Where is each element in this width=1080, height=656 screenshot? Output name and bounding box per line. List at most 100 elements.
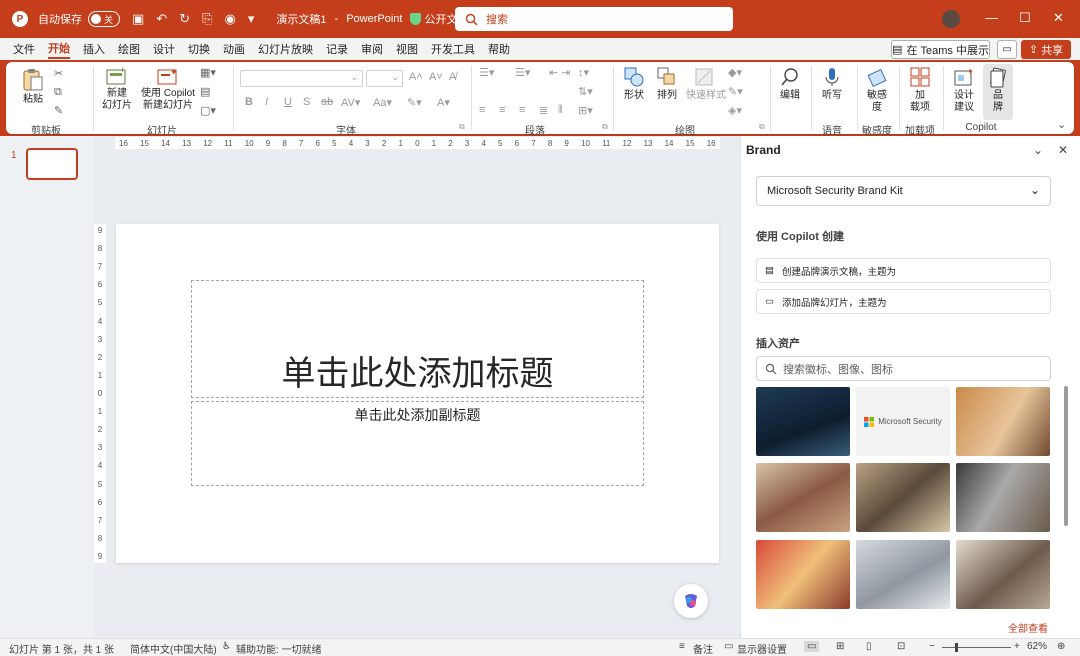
- justify-icon[interactable]: ≣: [539, 104, 548, 117]
- addins-button[interactable]: 加 载项: [907, 66, 933, 114]
- normal-view-icon[interactable]: ▭: [804, 641, 820, 652]
- search-box[interactable]: 搜索: [455, 7, 733, 31]
- cut-icon[interactable]: ✂: [54, 67, 63, 80]
- underline-icon[interactable]: U: [284, 96, 292, 108]
- align-center-icon[interactable]: ≡: [499, 104, 505, 116]
- tab-8[interactable]: 记录: [326, 41, 348, 57]
- align-right-icon[interactable]: ≡: [519, 104, 525, 116]
- fit-to-window-icon[interactable]: ⊕: [1057, 641, 1065, 652]
- undo-icon[interactable]: ↶: [156, 11, 167, 27]
- close-icon[interactable]: ✕: [1053, 10, 1064, 26]
- zoom-in-icon[interactable]: +: [1014, 641, 1020, 652]
- zoom-level[interactable]: 62%: [1027, 641, 1047, 652]
- subtitle-placeholder[interactable]: 单击此处添加副标题: [191, 401, 644, 486]
- font-color-icon[interactable]: A▾: [437, 96, 450, 109]
- zoom-slider[interactable]: [942, 647, 1011, 648]
- tab-10[interactable]: 视图: [396, 41, 418, 57]
- new-slide-button[interactable]: + 新建 幻灯片: [99, 66, 135, 112]
- display-settings-button[interactable]: 显示器设置: [737, 641, 787, 656]
- strikethrough-icon[interactable]: ab: [321, 96, 333, 108]
- reading-view-icon[interactable]: ▯: [866, 641, 872, 652]
- bold-icon[interactable]: B: [245, 96, 253, 108]
- maximize-icon[interactable]: ☐: [1019, 10, 1031, 26]
- assets-search-input[interactable]: 搜索徽标、图像、图标: [756, 356, 1051, 381]
- tab-6[interactable]: 动画: [223, 41, 245, 57]
- present-in-teams-button[interactable]: ▤ 在 Teams 中展示: [891, 40, 990, 59]
- text-direction-icon[interactable]: ⇅▾: [578, 85, 593, 98]
- slideshow-icon[interactable]: ⊡: [897, 641, 905, 652]
- asset-image-woman-reading[interactable]: [956, 387, 1050, 456]
- tab-11[interactable]: 开发工具: [431, 41, 475, 57]
- paragraph-dialog-launcher-icon[interactable]: ⧉: [602, 122, 608, 132]
- shapes-button[interactable]: 形状: [620, 66, 648, 102]
- pane-scrollbar[interactable]: [1064, 386, 1068, 526]
- designer-button[interactable]: ✦ 设计 建议: [951, 66, 977, 114]
- shape-fill-icon[interactable]: ◆▾: [728, 66, 742, 79]
- format-painter-brush-icon[interactable]: ✎: [54, 104, 63, 117]
- accessibility-status[interactable]: 辅助功能: 一切就绪: [236, 641, 322, 656]
- reset-icon[interactable]: ▤: [200, 85, 210, 98]
- highlight-icon[interactable]: ✎▾: [407, 96, 422, 109]
- font-size-combo[interactable]: ⌄: [366, 70, 403, 87]
- pane-close-icon[interactable]: ✕: [1058, 143, 1068, 157]
- pane-options-chevron-icon[interactable]: ⌄: [1033, 143, 1043, 157]
- dictate-button[interactable]: 听写: [818, 66, 846, 102]
- asset-image-control-room[interactable]: [756, 387, 850, 456]
- tab-1[interactable]: 开始: [48, 40, 70, 59]
- save-icon[interactable]: ▣: [132, 11, 144, 27]
- zoom-out-icon[interactable]: −: [929, 641, 935, 652]
- quick-styles-button[interactable]: 快速样式: [686, 66, 726, 102]
- sensitivity-button[interactable]: 敏感 度: [864, 66, 890, 114]
- char-spacing-icon[interactable]: AV▾: [341, 96, 360, 109]
- tab-0[interactable]: 文件: [13, 41, 35, 57]
- palette-icon[interactable]: ◉: [225, 11, 236, 27]
- edit-button[interactable]: 编辑: [776, 66, 804, 102]
- arrange-button[interactable]: 排列: [653, 66, 681, 102]
- create-brand-deck-button[interactable]: ▤ 创建品牌演示文稿，主题为: [756, 258, 1051, 283]
- shape-effects-icon[interactable]: ◈▾: [728, 104, 742, 117]
- autosave-toggle[interactable]: 关: [88, 11, 120, 27]
- avatar[interactable]: [942, 10, 960, 28]
- see-all-link[interactable]: 全部查看: [1008, 620, 1048, 635]
- tab-7[interactable]: 幻灯片放映: [258, 41, 313, 57]
- asset-image-presentation[interactable]: [956, 540, 1050, 609]
- numbering-icon[interactable]: ☰▾: [515, 66, 530, 79]
- smartart-icon[interactable]: ⊞▾: [578, 104, 593, 117]
- asset-image-woman-laptop[interactable]: [856, 540, 950, 609]
- brand-kit-select[interactable]: Microsoft Security Brand Kit ⌄: [756, 176, 1051, 206]
- align-left-icon[interactable]: ≡: [479, 104, 485, 116]
- share-button[interactable]: ⇪ 共享: [1021, 40, 1071, 59]
- customize-toolbar-icon[interactable]: ▾: [248, 11, 255, 27]
- tab-4[interactable]: 设计: [153, 41, 175, 57]
- font-family-combo[interactable]: ⌄: [240, 70, 363, 87]
- redo-icon[interactable]: ↻: [179, 11, 190, 27]
- asset-image-market[interactable]: [756, 540, 850, 609]
- tab-2[interactable]: 插入: [83, 41, 105, 57]
- ribbon-collapse-icon[interactable]: ⌄: [1057, 118, 1066, 131]
- line-spacing-icon[interactable]: ↕▾: [578, 66, 589, 79]
- tab-3[interactable]: 绘图: [118, 41, 140, 57]
- copy-icon[interactable]: ⧉: [54, 86, 62, 99]
- asset-image-team-meeting[interactable]: [856, 463, 950, 532]
- tab-5[interactable]: 切换: [188, 41, 210, 57]
- format-painter-icon[interactable]: ⎘: [202, 11, 212, 27]
- shadow-icon[interactable]: S: [303, 96, 310, 108]
- add-brand-slide-button[interactable]: ▭ 添加品牌幻灯片，主题为: [756, 289, 1051, 314]
- layout-icon[interactable]: ▦▾: [200, 66, 216, 79]
- tab-12[interactable]: 帮助: [488, 41, 510, 57]
- minimize-icon[interactable]: —: [985, 10, 998, 25]
- tab-9[interactable]: 审阅: [361, 41, 383, 57]
- brand-button[interactable]: 品 牌: [983, 64, 1013, 120]
- language-indicator[interactable]: 简体中文(中国大陆): [130, 641, 217, 656]
- section-icon[interactable]: ▢▾: [200, 104, 216, 117]
- notes-button[interactable]: 备注: [693, 641, 713, 656]
- zoom-slider-thumb[interactable]: [955, 643, 958, 652]
- shape-outline-icon[interactable]: ✎▾: [728, 85, 743, 98]
- drawing-dialog-launcher-icon[interactable]: ⧉: [759, 122, 765, 132]
- italic-icon[interactable]: I: [265, 96, 268, 108]
- comments-button[interactable]: ▭: [997, 40, 1017, 59]
- asset-image-office-lights[interactable]: [956, 463, 1050, 532]
- paste-button[interactable]: 粘贴: [20, 68, 46, 106]
- change-case-icon[interactable]: Aa▾: [373, 96, 392, 109]
- clear-format-icon[interactable]: A̸: [449, 71, 456, 83]
